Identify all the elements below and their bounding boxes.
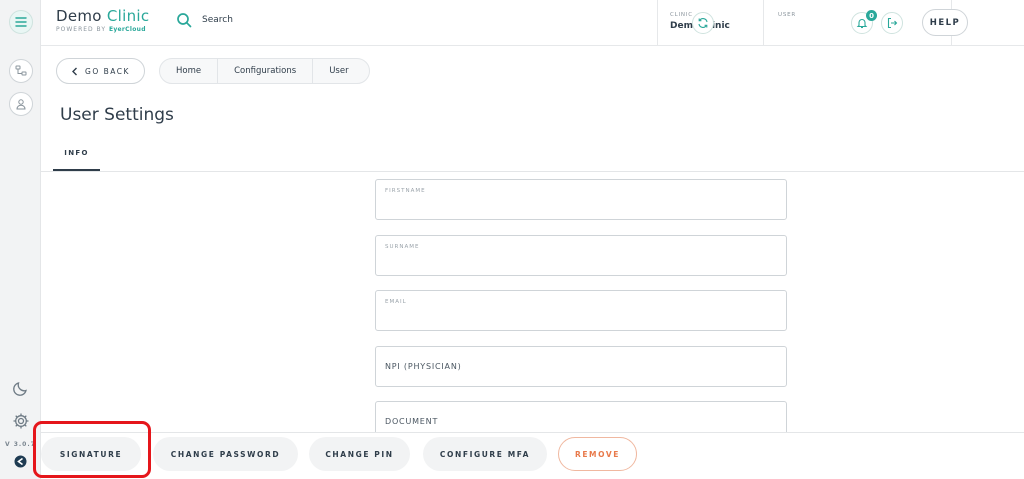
change-pin-button[interactable]: CHANGE PIN xyxy=(309,437,410,471)
menu-toggle-button[interactable] xyxy=(9,10,33,34)
user-box[interactable]: USER xyxy=(778,12,796,18)
change-password-button[interactable]: CHANGE PASSWORD xyxy=(153,437,298,471)
npi-field[interactable]: NPI (PHYSICIAN) xyxy=(375,346,787,387)
email-field[interactable]: EMAIL xyxy=(375,290,787,331)
remove-button[interactable]: REMOVE xyxy=(558,437,637,471)
surname-label: SURNAME xyxy=(385,244,420,250)
search-box[interactable] xyxy=(176,12,322,28)
go-back-button[interactable]: GO BACK xyxy=(56,58,145,84)
brand-icon xyxy=(14,455,27,468)
header-divider xyxy=(657,0,658,46)
gear-icon xyxy=(13,413,29,429)
menu-icon xyxy=(15,17,27,27)
help-button[interactable]: HELP xyxy=(922,9,968,36)
refresh-icon xyxy=(698,18,708,28)
tab-divider xyxy=(41,171,1024,172)
app-title: Demo Clinic xyxy=(56,7,150,25)
left-rail: V 3.0.7 xyxy=(0,0,41,479)
search-input[interactable] xyxy=(202,15,322,25)
surname-field[interactable]: SURNAME xyxy=(375,235,787,276)
signature-button[interactable]: SIGNATURE xyxy=(41,437,141,471)
settings-button[interactable] xyxy=(9,409,33,433)
chevron-left-icon xyxy=(72,67,78,75)
powered-by: POWERED BY EyerCloud xyxy=(56,26,146,33)
user-label: USER xyxy=(778,12,797,18)
sidebar-item-user[interactable] xyxy=(9,92,33,116)
breadcrumb-configurations[interactable]: Configurations xyxy=(218,59,314,83)
firstname-label: FIRSTNAME xyxy=(385,188,426,194)
app-logo[interactable]: Demo Clinic POWERED BY EyerCloud xyxy=(56,7,149,33)
firstname-input[interactable] xyxy=(385,199,777,213)
top-header: Demo Clinic POWERED BY EyerCloud CLINIC … xyxy=(41,0,1024,46)
breadcrumb-user: User xyxy=(329,66,349,76)
logout-icon xyxy=(887,17,898,29)
dark-mode-toggle[interactable] xyxy=(9,376,33,400)
npi-input[interactable] xyxy=(385,366,777,380)
go-back-label: GO BACK xyxy=(85,66,130,76)
tab-info[interactable]: INFO xyxy=(53,141,100,171)
notification-count-badge: 0 xyxy=(866,10,877,21)
version-label: V 3.0.7 xyxy=(5,441,36,448)
search-icon xyxy=(177,13,192,28)
breadcrumb-home[interactable]: Home xyxy=(160,59,219,83)
tree-icon xyxy=(15,65,27,76)
email-label: EMAIL xyxy=(385,299,407,305)
breadcrumb: Home Configurations User xyxy=(159,58,370,84)
moon-icon xyxy=(13,382,27,396)
email-input[interactable] xyxy=(385,310,777,324)
firstname-field[interactable]: FIRSTNAME xyxy=(375,179,787,220)
sync-clinic-button[interactable] xyxy=(692,12,714,34)
user-icon xyxy=(16,99,26,110)
sidebar-item-hierarchy[interactable] xyxy=(9,59,33,83)
logout-button[interactable] xyxy=(881,12,903,34)
header-divider xyxy=(763,0,764,46)
page-title: User Settings xyxy=(60,105,174,125)
configure-mfa-button[interactable]: CONFIGURE MFA xyxy=(423,437,547,471)
surname-input[interactable] xyxy=(385,255,777,269)
